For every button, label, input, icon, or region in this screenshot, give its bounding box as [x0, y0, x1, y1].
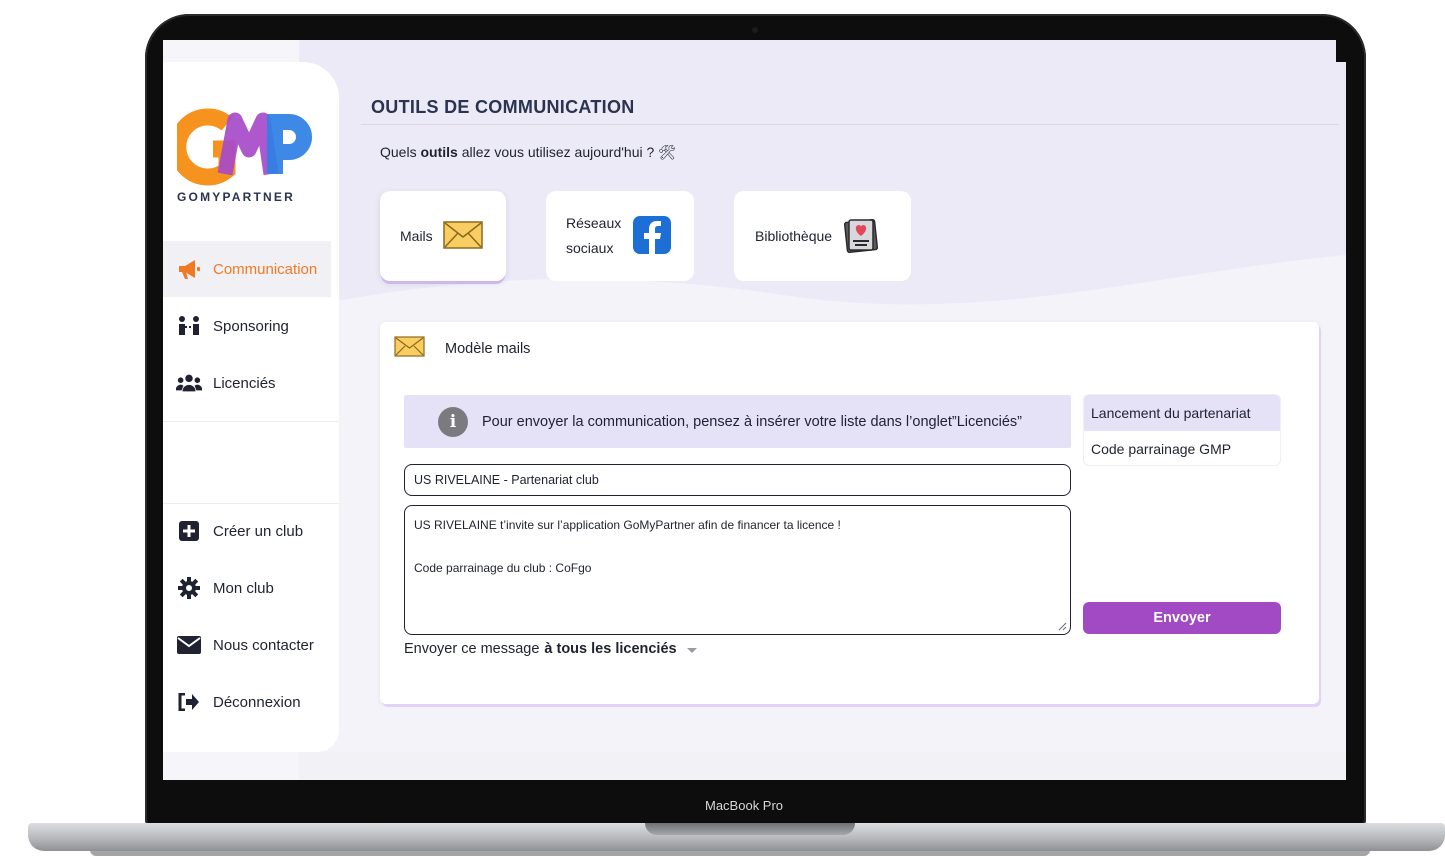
tool-mails-button[interactable]: Mails — [380, 191, 506, 281]
envelope-icon — [176, 632, 202, 658]
sidebar-item-communication[interactable]: Communication — [163, 241, 331, 297]
title-divider — [361, 124, 1339, 125]
resize-grip-icon[interactable] — [1058, 622, 1067, 631]
camera-dot — [752, 27, 758, 33]
subject-field[interactable]: US RIVELAINE - Partenariat club — [404, 464, 1071, 496]
info-text: Pour envoyer la communication, pensez à … — [482, 413, 1022, 430]
body-line: US RIVELAINE t’invite sur l’application … — [414, 518, 841, 532]
template-list: Lancement du partenariat Code parrainage… — [1083, 394, 1281, 466]
sidebar-item-label: Communication — [213, 260, 318, 278]
sidebar: GOMYPARTNER Communication Sponsoring Lic… — [163, 62, 339, 752]
audience-prefix: Envoyer ce message — [404, 641, 540, 657]
tool-label: Réseaux sociaux — [566, 215, 622, 256]
screen-notch-corner — [1336, 40, 1346, 62]
send-button[interactable]: Envoyer — [1083, 602, 1281, 634]
device-label: MacBook Pro — [705, 798, 784, 813]
subject-value: US RIVELAINE - Partenariat club — [414, 473, 599, 487]
mail-template-card: Modèle mails i Pour envoyer la communica… — [380, 322, 1319, 704]
megaphone-icon — [176, 256, 202, 282]
sidebar-item-label: Sponsoring — [213, 317, 289, 335]
sidebar-item-label: Créer un club — [213, 522, 304, 540]
audience-selected: à tous les licenciés — [544, 641, 677, 657]
sidebar-item-sponsoring[interactable]: Sponsoring — [163, 298, 331, 354]
sidebar-item-mon-club[interactable]: Mon club — [163, 560, 331, 616]
tool-label: Mails — [400, 228, 433, 244]
sidebar-divider — [163, 421, 339, 422]
message-body-field[interactable]: US RIVELAINE t’invite sur l’application … — [404, 505, 1071, 635]
page-subtitle: Quels outils allez vous utilisez aujourd… — [380, 144, 676, 160]
sidebar-item-label: Déconnexion — [213, 693, 301, 711]
sign-out-icon — [176, 689, 202, 715]
app-screen: GOMYPARTNER Communication Sponsoring Lic… — [163, 40, 1346, 780]
laptop-frame: GOMYPARTNER Communication Sponsoring Lic… — [0, 0, 1445, 859]
tool-label: Bibliothèque — [755, 228, 833, 244]
framed-picture-icon — [844, 217, 879, 256]
card-title: Modèle mails — [445, 340, 531, 357]
tool-reseaux-sociaux-button[interactable]: Réseaux sociaux — [546, 191, 694, 281]
plus-square-icon — [176, 518, 202, 544]
gmp-logo — [177, 108, 312, 186]
sidebar-item-label: Mon club — [213, 579, 274, 597]
facebook-icon — [633, 215, 672, 257]
body-blank-line — [414, 537, 1061, 559]
audience-selector[interactable]: Envoyer ce message à tous les licenciés — [404, 641, 697, 657]
envelope-icon — [442, 220, 483, 252]
users-group-icon — [176, 370, 202, 396]
template-item-lancement[interactable]: Lancement du partenariat — [1084, 395, 1280, 431]
template-item-code-parrainage[interactable]: Code parrainage GMP — [1084, 431, 1280, 465]
card-header: Modèle mails — [394, 336, 530, 361]
body-line: Code parrainage du club : CoFgo — [414, 561, 592, 575]
sidebar-item-deconnexion[interactable]: Déconnexion — [163, 674, 331, 730]
sidebar-item-nous-contacter[interactable]: Nous contacter — [163, 617, 331, 673]
laptop-hinge-notch — [645, 823, 855, 835]
info-icon: i — [438, 406, 468, 437]
info-banner: i Pour envoyer la communication, pensez … — [404, 395, 1071, 448]
envelope-icon — [394, 336, 425, 361]
gear-icon — [176, 575, 202, 601]
sidebar-item-label: Licenciés — [213, 374, 276, 392]
tool-bibliotheque-button[interactable]: Bibliothèque — [734, 191, 911, 281]
chevron-down-icon — [686, 647, 697, 653]
page-title: OUTILS DE COMMUNICATION — [371, 97, 635, 117]
bottom-shade — [299, 752, 1346, 780]
handshake-people-icon — [176, 313, 202, 339]
brand-name: GOMYPARTNER — [177, 190, 295, 204]
sidebar-item-creer-club[interactable]: Créer un club — [163, 503, 331, 559]
sidebar-item-licencies[interactable]: Licenciés — [163, 355, 331, 411]
sidebar-item-label: Nous contacter — [213, 636, 314, 654]
